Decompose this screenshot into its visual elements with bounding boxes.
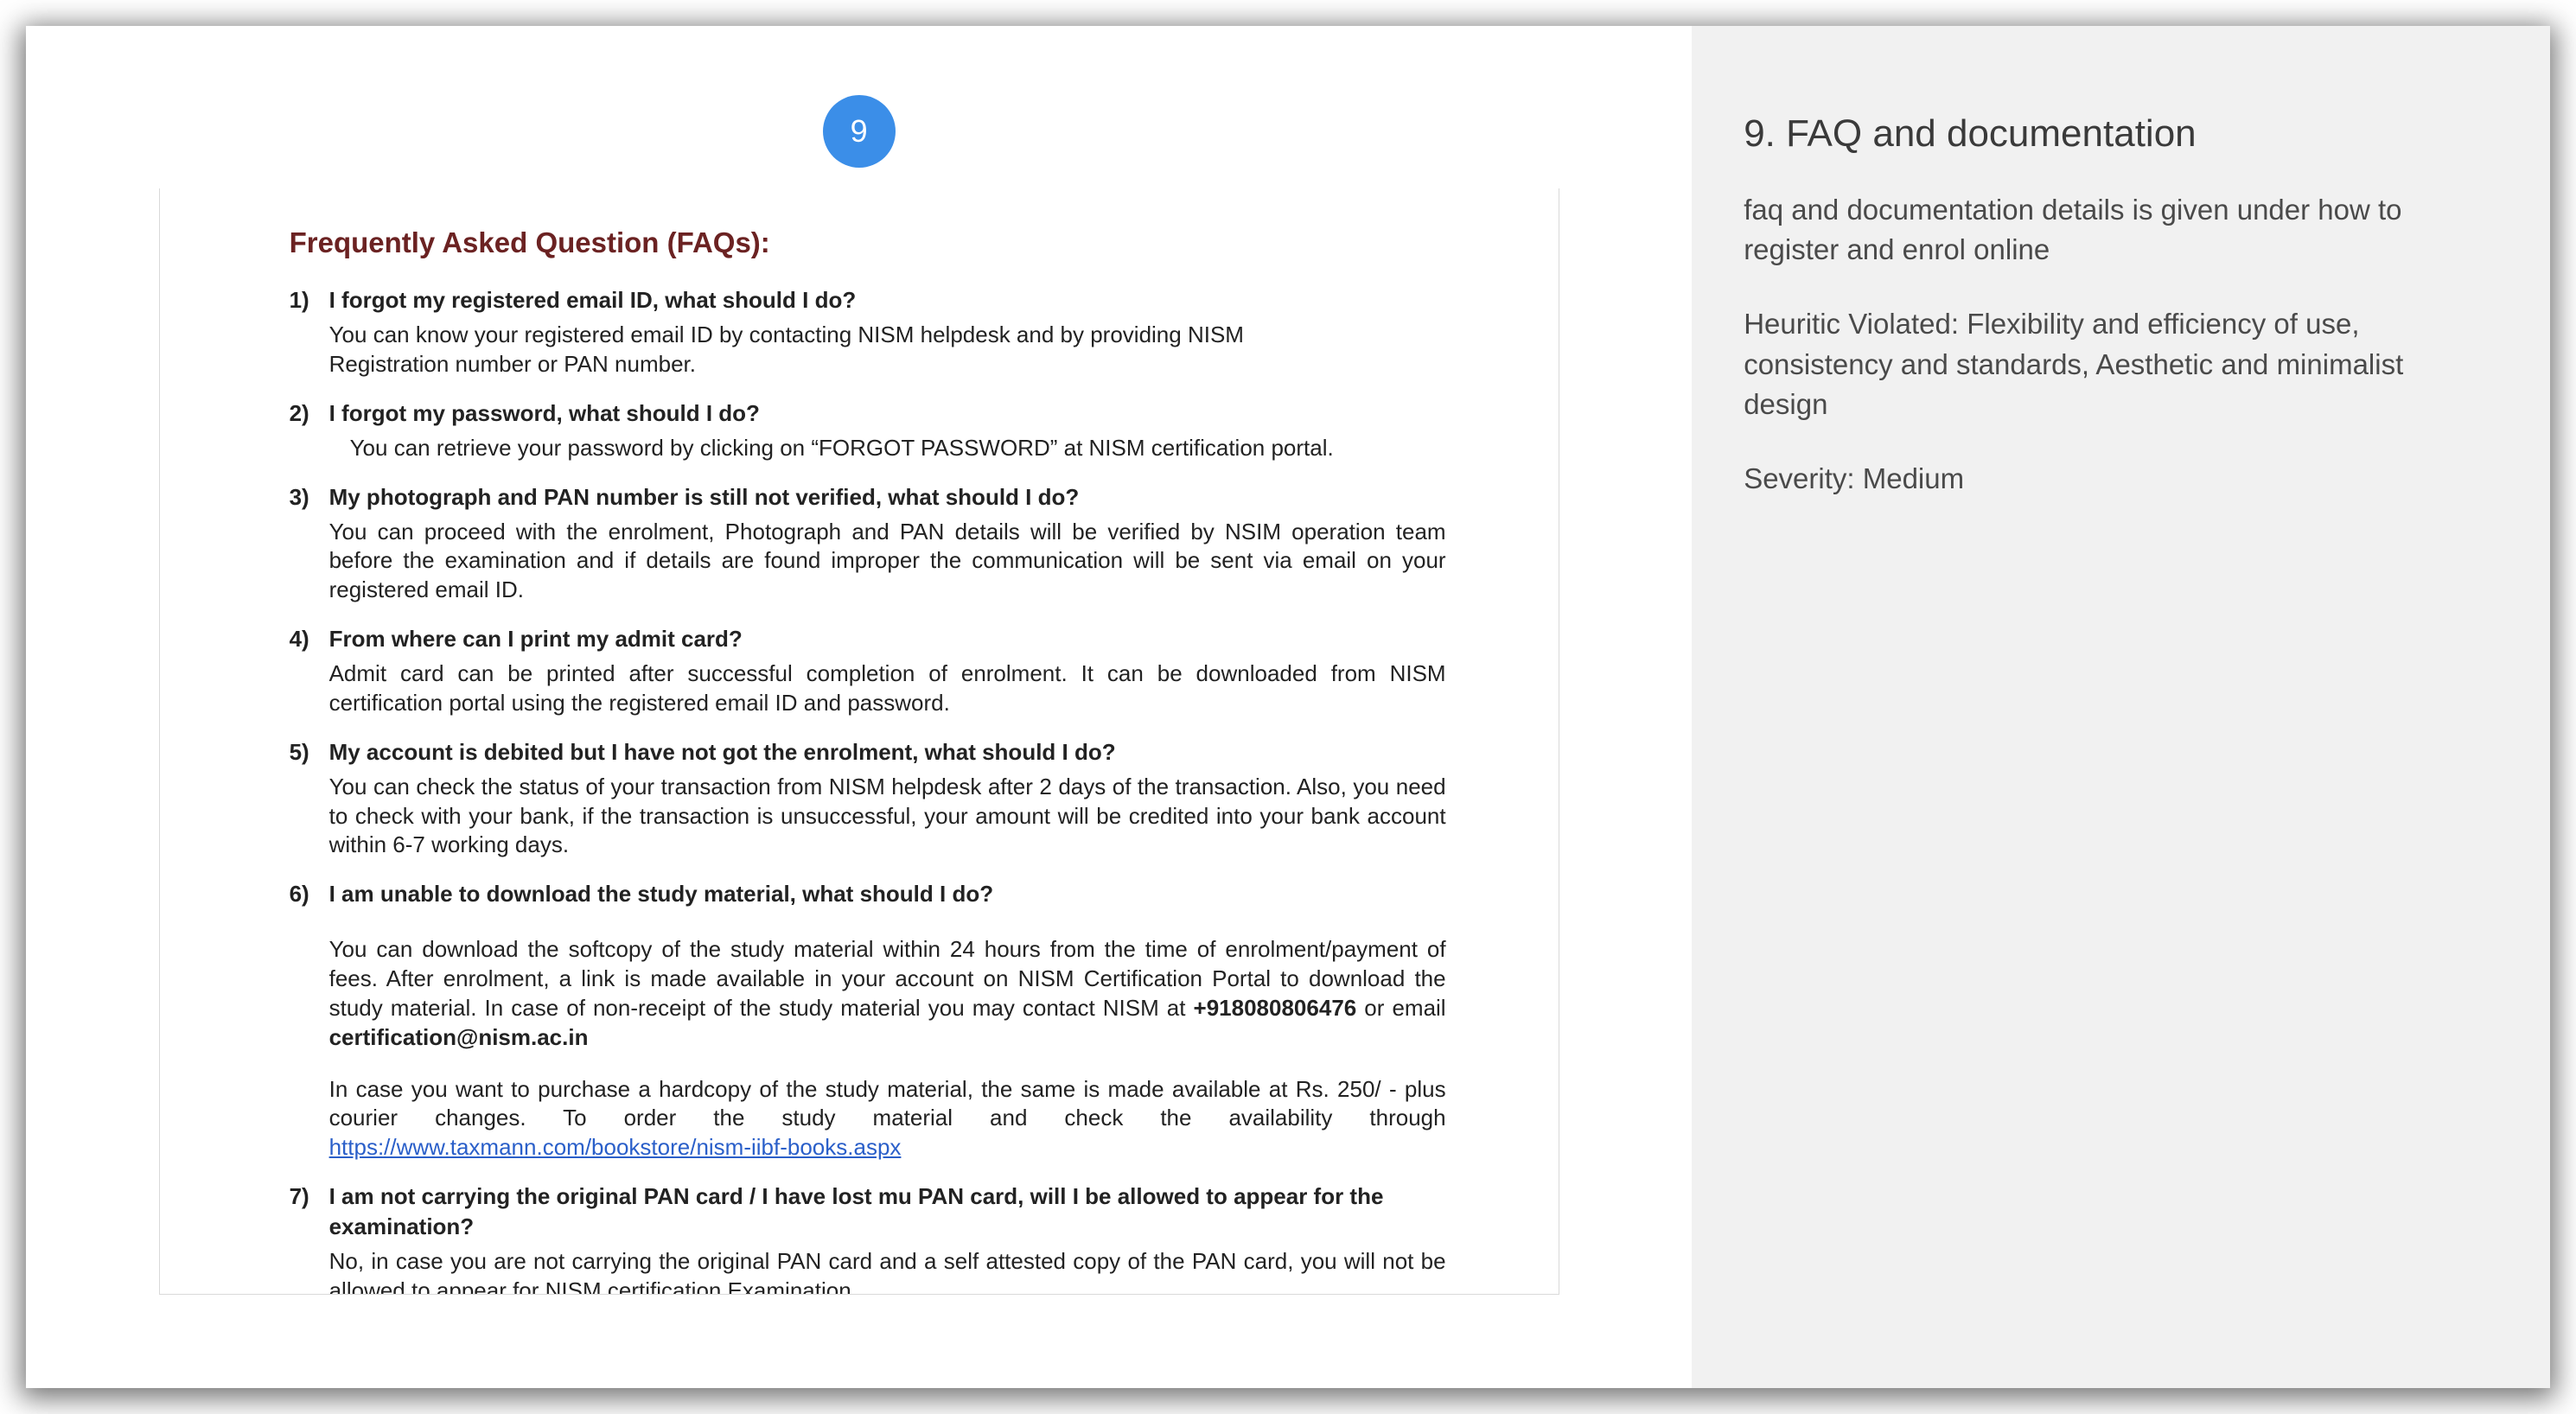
faq-answer-secondary: In case you want to purchase a hardcopy … — [329, 1075, 1446, 1162]
faq-number: 5) — [290, 737, 329, 768]
faq-item: 2)I forgot my password, what should I do… — [290, 398, 1446, 463]
faq-answer: You can check the status of your transac… — [329, 773, 1446, 860]
faq-answer: Admit card can be printed after successf… — [329, 659, 1446, 718]
faq-number: 1) — [290, 285, 329, 315]
faq-question: I am not carrying the original PAN card … — [329, 1182, 1446, 1242]
faq-item: 7)I am not carrying the original PAN car… — [290, 1182, 1446, 1295]
faq-number: 7) — [290, 1182, 329, 1242]
faq-number: 4) — [290, 624, 329, 654]
issue-title: 9. FAQ and documentation — [1744, 112, 2481, 156]
report-card: 9 Frequently Asked Question (FAQs): 1)I … — [26, 26, 2550, 1388]
issue-heuristic: Heuritic Violated: Flexibility and effic… — [1744, 304, 2478, 424]
screenshot-pane: 9 Frequently Asked Question (FAQs): 1)I … — [26, 26, 1692, 1388]
faq-answer: No, in case you are not carrying the ori… — [329, 1247, 1446, 1295]
faq-heading: Frequently Asked Question (FAQs): — [290, 226, 1446, 259]
faq-item: 4)From where can I print my admit card? … — [290, 624, 1446, 718]
faq-question: I am unable to download the study materi… — [329, 879, 994, 909]
faq-answer: You can download the softcopy of the stu… — [329, 935, 1446, 1052]
faq-answer: You can know your registered email ID by… — [329, 321, 1280, 379]
analysis-pane: 9. FAQ and documentation faq and documen… — [1692, 26, 2550, 1388]
faq-item: 1)I forgot my registered email ID, what … — [290, 285, 1446, 379]
faq-document-screenshot: Frequently Asked Question (FAQs): 1)I fo… — [159, 188, 1559, 1295]
faq-number: 3) — [290, 482, 329, 513]
faq-number: 2) — [290, 398, 329, 429]
faq-answer: You can proceed with the enrolment, Phot… — [329, 518, 1446, 605]
faq-question: My account is debited but I have not got… — [329, 737, 1116, 768]
faq-answer: You can retrieve your password by clicki… — [350, 434, 1446, 463]
issue-description: faq and documentation details is given u… — [1744, 190, 2478, 270]
faq-email: certification@nism.ac.in — [329, 1024, 589, 1050]
faq-item: 5)My account is debited but I have not g… — [290, 737, 1446, 860]
faq-question: I forgot my registered email ID, what sh… — [329, 285, 857, 315]
faq-question: I forgot my password, what should I do? — [329, 398, 760, 429]
faq-item: 3)My photograph and PAN number is still … — [290, 482, 1446, 605]
faq-link[interactable]: https://www.taxmann.com/bookstore/nism-i… — [329, 1134, 902, 1160]
faq-question: My photograph and PAN number is still no… — [329, 482, 1080, 513]
faq-number: 6) — [290, 879, 329, 909]
issue-number-badge: 9 — [823, 95, 896, 168]
faq-item: 6)I am unable to download the study mate… — [290, 879, 1446, 1162]
faq-phone: +918080806476 — [1194, 995, 1357, 1021]
issue-severity: Severity: Medium — [1744, 459, 2478, 499]
faq-question: From where can I print my admit card? — [329, 624, 743, 654]
